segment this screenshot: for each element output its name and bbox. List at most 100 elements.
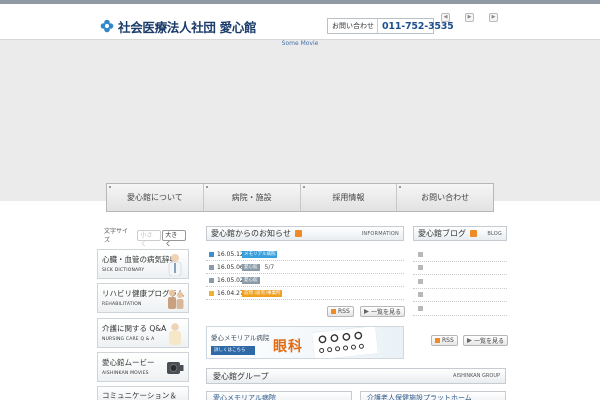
blog-bullet-icon: [418, 278, 423, 284]
arrow-right-icon: [467, 338, 472, 343]
group-header: 愛心館グループ AISHINKAN GROUP: [206, 368, 506, 384]
font-size-label: 文字サイズ: [104, 228, 129, 244]
rss-icon[interactable]: [470, 230, 477, 237]
nurse-icon: [169, 323, 181, 345]
blog-more-button[interactable]: 一覧を見る: [463, 335, 509, 346]
nav-item-label: 採用情報: [332, 193, 365, 202]
rss-label: RSS: [442, 337, 454, 344]
rss-label: RSS: [338, 308, 350, 315]
news-tag: メモリアル病院: [242, 250, 278, 258]
news-bullet-icon: [209, 290, 214, 296]
news-bullet-icon: [209, 251, 214, 257]
news-title-en: INFORMATION: [361, 230, 399, 237]
rss-icon: [435, 338, 440, 343]
eye-banner-cta[interactable]: 詳しくはこちら: [211, 346, 255, 355]
video-camera-icon: [167, 362, 184, 374]
font-size-switcher: 文字サイズ 小さく 大きく: [97, 228, 187, 248]
eye-banner-big-text: 眼科: [273, 339, 303, 355]
nav-dot-icon: [399, 186, 402, 188]
blog-bullet-icon: [418, 305, 423, 311]
news-item[interactable]: 16.04.27 訪問 (居宅)事業所: [206, 287, 404, 300]
nav-dot-icon: [302, 186, 305, 188]
news-date: 16.05.12: [217, 250, 244, 258]
banner-title: コミュニケーション＆: [102, 391, 177, 400]
blog-item[interactable]: [413, 289, 507, 302]
banner-sick-dictionary[interactable]: 心臓・血管の病気辞典 SICK DICTIONARY: [97, 249, 189, 279]
banner-subtitle: AISHINKAN MOVIES: [102, 371, 149, 376]
next-arrow-icon[interactable]: ▶: [465, 13, 474, 22]
nav-item-label: 病院・施設: [231, 193, 272, 202]
blog-title-en: BLOG: [487, 230, 502, 237]
rss-icon[interactable]: [294, 230, 302, 237]
org-name: 社会医療法人社団 愛心館: [118, 19, 257, 35]
arrow-right-icon: [364, 309, 369, 314]
nav-item-facilities[interactable]: 病院・施設: [202, 184, 300, 211]
news-header: 愛心館からのお知らせ INFORMATION: [206, 226, 404, 241]
blog-rss-button[interactable]: RSS: [431, 335, 458, 346]
news-tag: 愛心館: [242, 276, 260, 284]
news-more-button[interactable]: 一覧を見る: [360, 306, 406, 317]
ophthalmology-banner[interactable]: 愛心メモリアル病院 詳しくはこちら 眼科: [206, 326, 404, 359]
blog-title: 愛心館ブログ: [418, 229, 466, 238]
blog-list: [413, 248, 507, 316]
blog-bullet-icon: [418, 251, 423, 257]
news-date: 16.05.02: [217, 276, 244, 284]
news-text: 5/7: [264, 263, 275, 271]
banner-title: 愛心館ムービー: [102, 358, 155, 367]
nav-item-label: 愛心館について: [126, 193, 183, 202]
news-rss-button[interactable]: RSS: [327, 306, 354, 317]
news-item[interactable]: 16.05.06 愛心館 5/7: [206, 261, 404, 274]
nav-dot-icon: [109, 186, 111, 188]
nav-item-recruit[interactable]: 採用情報: [299, 184, 397, 211]
blog-bullet-icon: [418, 265, 423, 271]
font-small-button[interactable]: 小さく: [137, 229, 162, 248]
news-item[interactable]: 16.05.12 メモリアル病院: [206, 248, 404, 261]
contact-label: お問い合わせ: [328, 19, 378, 33]
news-item[interactable]: 16.05.02 愛心館: [206, 274, 404, 287]
banner-rehabilitation[interactable]: リハビリ健康プログラム REHABILITATION: [97, 283, 189, 313]
news-bullet-icon: [209, 264, 214, 270]
banner-subtitle: NURSING CARE Q & A: [102, 337, 155, 342]
group-card-memorial-hospital[interactable]: 愛心メモリアル病院: [206, 391, 352, 400]
banner-subtitle: SICK DICTIONARY: [102, 268, 145, 273]
banner-communication[interactable]: コミュニケーション＆: [97, 386, 189, 400]
banner-title: 介護に関する Q&A: [102, 324, 167, 333]
site-header: 社会医療法人社団 愛心館 お問い合わせ 011-752-3535 ◀ ▶ ▶: [0, 4, 600, 39]
blog-item[interactable]: [413, 248, 507, 262]
blog-item[interactable]: [413, 302, 507, 316]
news-bullet-icon: [209, 277, 214, 283]
nav-dot-icon: [205, 186, 208, 188]
blog-header: 愛心館ブログ BLOG: [413, 226, 507, 241]
movie-label: Some Movie: [281, 40, 319, 47]
phone-number: 011-752-3535: [382, 20, 454, 32]
next-arrow-icon-2[interactable]: ▶: [489, 13, 498, 22]
group-title: 愛心館グループ: [213, 372, 269, 381]
banner-nursing-qa[interactable]: 介護に関する Q&A NURSING CARE Q & A: [97, 318, 189, 348]
blog-item[interactable]: [413, 275, 507, 289]
movie-area[interactable]: Some Movie: [0, 39, 600, 201]
news-list: 16.05.12 メモリアル病院 16.05.06 愛心館 5/7 16.05.…: [206, 248, 404, 300]
prev-arrow-icon[interactable]: ◀: [441, 13, 450, 22]
font-big-button[interactable]: 大きく: [162, 229, 186, 248]
banner-movies[interactable]: 愛心館ムービー AISHINKAN MOVIES: [97, 352, 189, 382]
site-logo[interactable]: 社会医療法人社団 愛心館: [100, 16, 257, 36]
news-date: 16.04.27: [217, 289, 244, 297]
more-label: 一覧を見る: [371, 309, 402, 316]
group-card-platform[interactable]: 介護老人保健施設プラットホーム: [360, 391, 506, 400]
blog-item[interactable]: [413, 262, 507, 275]
group-title-en: AISHINKAN GROUP: [453, 373, 500, 379]
logo-mark-icon: [100, 19, 114, 33]
contact-phone-box[interactable]: お問い合わせ 011-752-3535: [327, 18, 454, 34]
news-title: 愛心館からのお知らせ: [211, 229, 291, 238]
blog-bullet-icon: [418, 292, 423, 298]
more-label: 一覧を見る: [474, 338, 505, 345]
nav-item-contact[interactable]: お問い合わせ: [396, 184, 493, 211]
nav-item-label: お問い合わせ: [421, 193, 470, 202]
doctor-icon: [168, 254, 182, 276]
eye-chart-icon: [311, 327, 379, 358]
banner-subtitle: REHABILITATION: [102, 302, 142, 307]
rehab-people-icon: [168, 289, 184, 309]
news-tag: 訪問 (居宅)事業所: [242, 289, 283, 297]
nav-item-about[interactable]: 愛心館について: [107, 184, 203, 211]
news-tag: 愛心館: [242, 263, 260, 271]
